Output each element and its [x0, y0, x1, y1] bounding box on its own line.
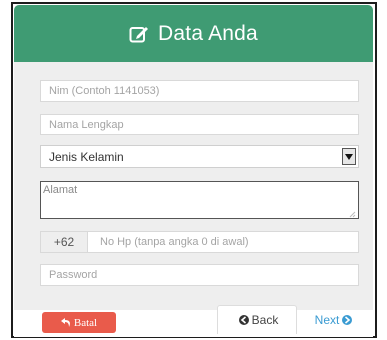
modal-header: Data Anda	[14, 5, 373, 62]
phone-prefix: +62	[41, 232, 88, 252]
gender-select[interactable]: Jenis Kelamin	[40, 145, 359, 168]
back-arrow-icon	[238, 315, 249, 325]
nama-input[interactable]: Nama Lengkap	[40, 114, 359, 135]
batal-button[interactable]: Batal	[42, 312, 116, 333]
back-button[interactable]: Back	[217, 305, 297, 334]
modal-title: Data Anda	[158, 21, 258, 45]
password-input[interactable]: Password	[40, 264, 359, 286]
next-arrow-icon	[342, 314, 353, 325]
edit-icon	[129, 24, 149, 44]
gender-select-value: Jenis Kelamin	[49, 149, 124, 164]
back-label: Back	[251, 313, 279, 327]
next-button[interactable]: Next	[304, 305, 366, 334]
alamat-textarea[interactable]: Alamat	[40, 181, 359, 219]
next-label: Next	[314, 312, 340, 327]
resize-grip-icon[interactable]	[349, 209, 356, 218]
dropdown-arrow-icon[interactable]	[342, 148, 356, 165]
phone-input-group: +62 No Hp (tanpa angka 0 di awal)	[40, 231, 359, 253]
batal-label: Batal	[73, 316, 98, 329]
undo-icon	[60, 318, 70, 327]
nim-input[interactable]: Nim (Contoh 1141053)	[40, 80, 359, 102]
alamat-placeholder: Alamat	[43, 184, 78, 196]
phone-input[interactable]: No Hp (tanpa angka 0 di awal)	[88, 232, 249, 252]
